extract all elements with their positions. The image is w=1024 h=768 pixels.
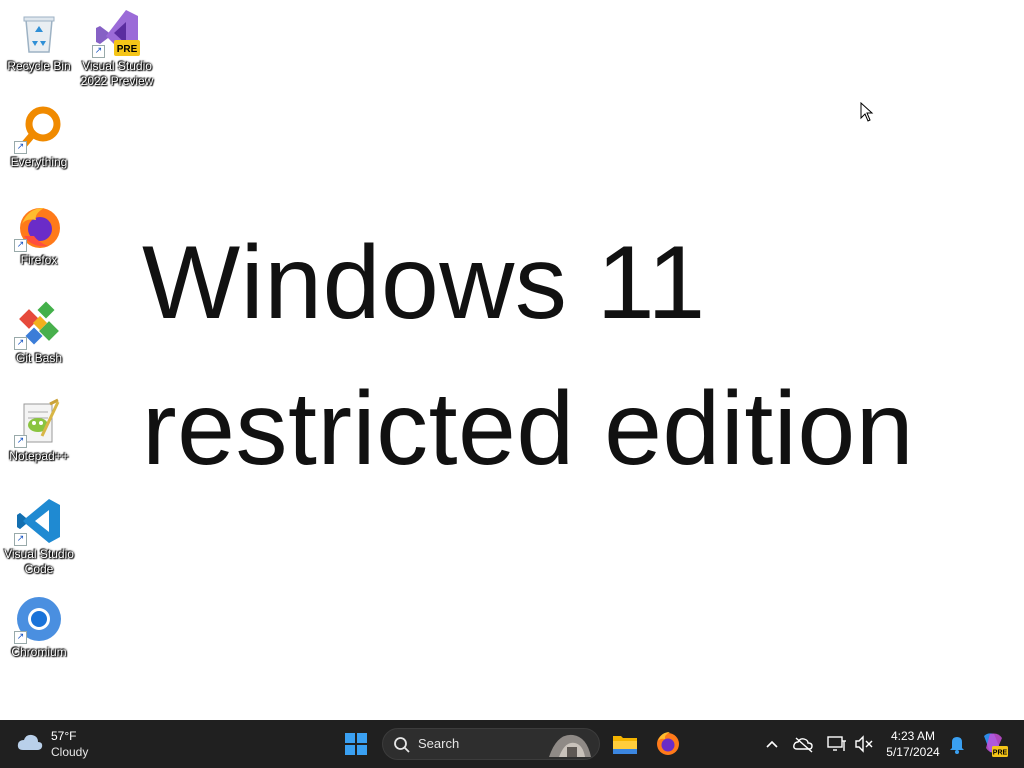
- taskbar-file-explorer[interactable]: [608, 728, 642, 760]
- desktop-icon-firefox[interactable]: ↗ Firefox: [0, 202, 78, 268]
- desktop-icon-label: Visual Studio Code: [4, 547, 74, 576]
- desktop-icon-recycle-bin[interactable]: Recycle Bin: [0, 8, 78, 74]
- desktop-icon-notepad-plus-plus[interactable]: ↗ Notepad++: [0, 398, 78, 464]
- shortcut-arrow-icon: ↗: [14, 337, 27, 350]
- cloud-offline-icon: [793, 737, 813, 753]
- desktop-icon-chromium[interactable]: ↗ Chromium: [0, 594, 78, 660]
- cloud-icon: [16, 732, 44, 757]
- desktop-icon-git-bash[interactable]: ↗ Git Bash: [0, 300, 78, 366]
- onedrive-status-button[interactable]: [788, 728, 820, 760]
- wallpaper-headline-line-2: restricted edition: [142, 371, 915, 487]
- pre-badge: PRE: [117, 44, 138, 55]
- notifications-button[interactable]: [944, 728, 970, 760]
- vscode-icon: ↗: [14, 496, 64, 546]
- clock-time: 4:23 AM: [890, 729, 936, 743]
- desktop-icon-label: Everything: [10, 155, 68, 169]
- chromium-icon: ↗: [14, 594, 64, 644]
- shortcut-arrow-icon: ↗: [14, 239, 27, 252]
- chevron-up-icon: [766, 740, 778, 748]
- mouse-cursor-icon: [860, 101, 874, 126]
- copilot-button[interactable]: PRE: [976, 728, 1010, 760]
- wallpaper-headline-line-1: Windows 11: [142, 225, 706, 341]
- desktop-icon-vscode[interactable]: ↗ Visual Studio Code: [0, 496, 78, 577]
- shortcut-arrow-icon: ↗: [14, 533, 27, 546]
- wallpaper-headline: Windows 11 restricted edition: [142, 210, 914, 502]
- firefox-icon: [657, 732, 679, 755]
- firefox-icon: ↗: [14, 202, 64, 252]
- taskbar: 57°F Cloudy Search 4:23 AM 5/17/2024 PRE: [0, 720, 1024, 768]
- desktop-icon-visual-studio-preview[interactable]: PRE ↗ Visual Studio 2022 Preview: [78, 8, 156, 89]
- desktop-icon-label: Recycle Bin: [7, 59, 71, 73]
- recycle-bin-icon: [14, 8, 64, 58]
- start-button[interactable]: [339, 728, 373, 760]
- visual-studio-icon: PRE ↗: [92, 8, 142, 58]
- taskbar-firefox[interactable]: [651, 728, 685, 760]
- shortcut-arrow-icon: ↗: [92, 45, 105, 58]
- search-label: Search: [418, 736, 460, 751]
- desktop-icon-label: Visual Studio 2022 Preview: [80, 59, 154, 88]
- show-hidden-icons-button[interactable]: [756, 728, 788, 760]
- shortcut-arrow-icon: ↗: [14, 631, 27, 644]
- shortcut-arrow-icon: ↗: [14, 141, 27, 154]
- volume-muted-icon: [855, 735, 873, 753]
- weather-condition: Cloudy: [51, 745, 89, 759]
- bell-icon: [950, 737, 964, 754]
- windows-logo-icon: [345, 733, 367, 755]
- desktop-icon-label: Notepad++: [9, 449, 69, 463]
- magnifier-icon: ↗: [14, 104, 64, 154]
- taskbar-search-box[interactable]: Search: [382, 728, 600, 760]
- copilot-icon: PRE: [984, 733, 1008, 757]
- search-highlight-image: [547, 731, 593, 762]
- volume-button[interactable]: [848, 728, 880, 760]
- desktop-icon-label: Chromium: [11, 645, 67, 659]
- taskbar-clock[interactable]: 4:23 AM 5/17/2024: [880, 728, 946, 760]
- clock-date: 5/17/2024: [886, 745, 940, 759]
- weather-temperature: 57°F: [51, 729, 77, 743]
- desktop-icon-label: Firefox: [20, 253, 58, 267]
- copilot-pre-badge: PRE: [993, 750, 1008, 757]
- folder-icon: [613, 736, 637, 754]
- git-bash-icon: ↗: [14, 300, 64, 350]
- desktop: Recycle Bin PRE ↗ Visual Studio 2022 Pre…: [0, 0, 1024, 720]
- desktop-icon-everything[interactable]: ↗ Everything: [0, 104, 78, 170]
- desktop-icon-label: Git Bash: [15, 351, 63, 365]
- search-icon: [393, 736, 411, 759]
- notepad-plus-plus-icon: ↗: [14, 398, 64, 448]
- shortcut-arrow-icon: ↗: [14, 435, 27, 448]
